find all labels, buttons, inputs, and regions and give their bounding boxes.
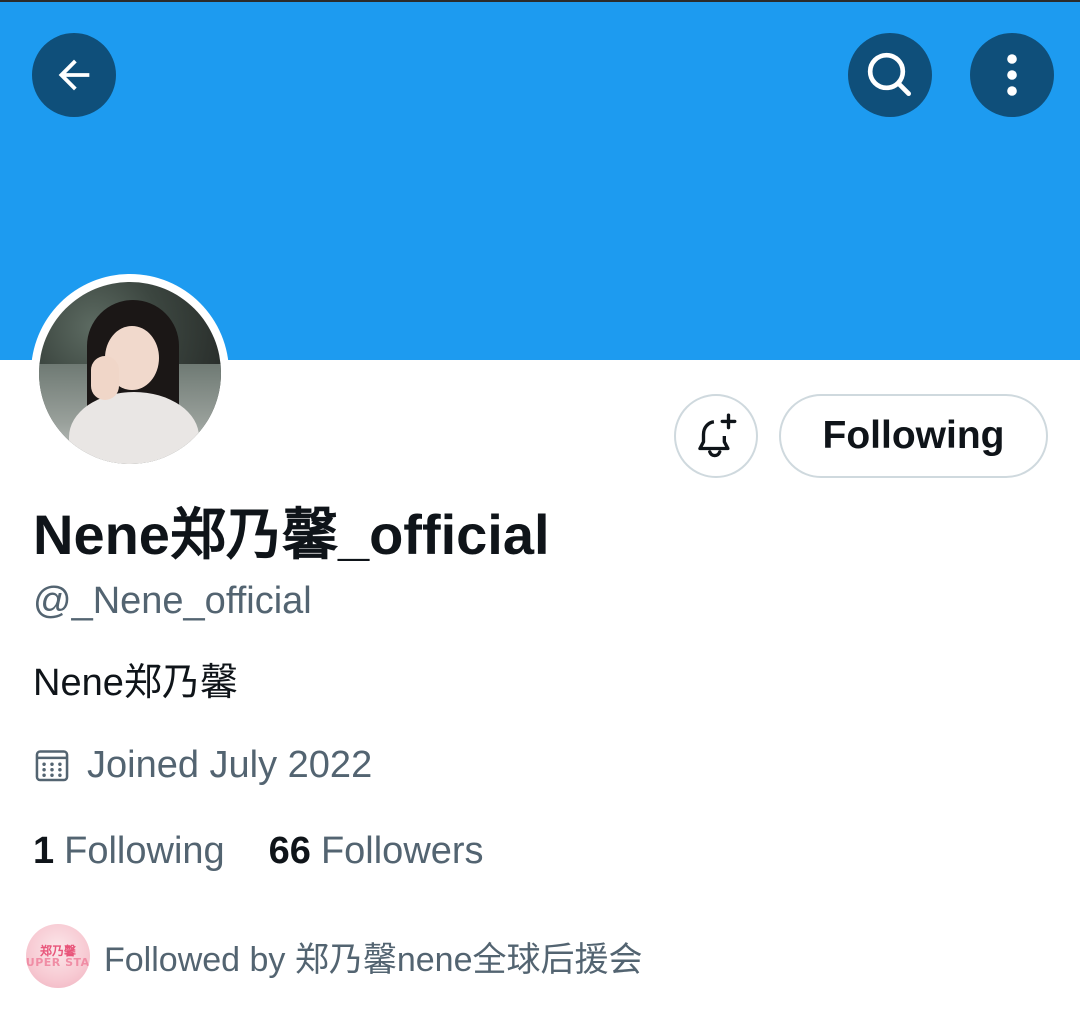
follow-stats: 1 Following 66 Followers [33, 826, 484, 876]
following-label: Following [64, 829, 225, 872]
joined-text: Joined July 2022 [87, 743, 373, 786]
display-name: Nene郑乃馨_official [33, 503, 550, 566]
profile-avatar[interactable] [31, 274, 229, 472]
bell-plus-icon [698, 413, 737, 458]
profile-page: Following Nene郑乃馨_official @_Nene_offici… [0, 0, 1080, 1013]
followed-by-text: Followed by 郑乃馨nene全球后援会 [104, 940, 643, 979]
follower-avatar-logo-text: 郑乃馨 [39, 943, 76, 958]
followers-label: Followers [320, 829, 484, 872]
more-vertical-icon [1007, 54, 1017, 96]
notifications-button[interactable] [674, 394, 758, 478]
followers-stat-link[interactable]: 66 Followers [269, 830, 484, 873]
back-button[interactable] [32, 33, 116, 117]
search-icon [867, 52, 911, 96]
avatar-photo [39, 282, 221, 464]
calendar-icon [35, 750, 69, 782]
search-button[interactable] [848, 33, 932, 117]
following-count: 1 [33, 829, 55, 872]
arrow-left-icon [58, 59, 90, 91]
joined-date: Joined July 2022 [33, 740, 372, 790]
followers-count: 66 [268, 829, 311, 872]
follower-avatar-logo-subtext: SUPER STAR [26, 955, 90, 969]
profile-bio: Nene郑乃馨 [33, 662, 238, 704]
followed-by-row[interactable]: 郑乃馨 SUPER STAR Followed by 郑乃馨nene全球后援会 [26, 924, 643, 988]
following-button[interactable]: Following [779, 394, 1048, 478]
follower-avatar: 郑乃馨 SUPER STAR [26, 924, 90, 988]
more-options-button[interactable] [970, 33, 1054, 117]
user-handle: @_Nene_official [33, 580, 312, 622]
following-stat-link[interactable]: 1 Following [33, 830, 225, 873]
